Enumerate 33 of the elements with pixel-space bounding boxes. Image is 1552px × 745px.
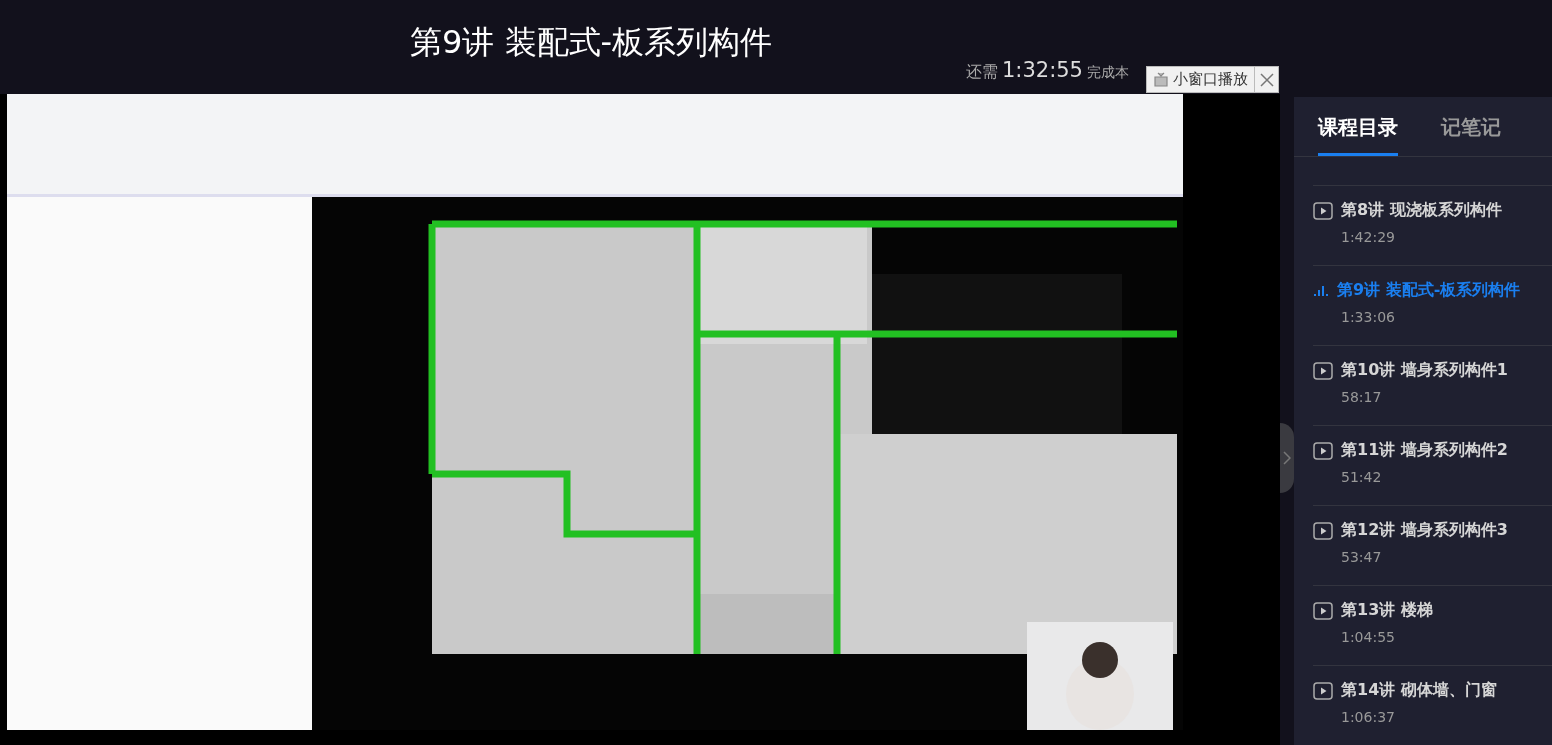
chevron-right-icon — [1283, 451, 1291, 465]
lesson-item[interactable]: 第8讲 现浇板系列构件 — [1341, 200, 1502, 221]
sidebar-tab[interactable]: 记笔记 — [1441, 114, 1501, 156]
lesson-duration: 1:33:06 — [1341, 309, 1396, 325]
lesson-duration: 1:06:37 — [1341, 709, 1396, 725]
lesson-item[interactable]: 第11讲 墙身系列构件2 — [1341, 440, 1508, 461]
lesson-duration: 53:47 — [1341, 549, 1383, 565]
lesson-item[interactable]: 第12讲 墙身系列构件3 — [1341, 520, 1508, 541]
remaining-label: 还需 — [966, 62, 998, 83]
play-icon — [1313, 601, 1333, 620]
close-button[interactable] — [1255, 66, 1279, 93]
lesson-item[interactable]: 第9讲 装配式-板系列构件 — [1337, 280, 1521, 301]
lesson-duration: 51:42 — [1341, 469, 1383, 485]
play-icon — [1313, 441, 1333, 460]
lesson-duration: 58:17 — [1341, 389, 1383, 405]
close-icon — [1259, 72, 1274, 87]
play-icon — [1313, 361, 1333, 380]
mini-player-button[interactable]: 小窗口播放 — [1146, 66, 1255, 93]
lesson-item[interactable]: 第14讲 砌体墙、门窗 — [1341, 680, 1497, 701]
playing-bars-icon — [1313, 284, 1329, 297]
play-icon — [1313, 681, 1333, 700]
lesson-title: 第9讲 装配式-板系列构件 — [410, 22, 773, 63]
lesson-item[interactable]: 第13讲 楼梯 — [1341, 600, 1433, 621]
play-icon — [1313, 521, 1333, 540]
lesson-item[interactable]: 第10讲 墙身系列构件1 — [1341, 360, 1508, 381]
tv-icon — [1153, 71, 1169, 88]
play-icon — [1313, 201, 1333, 220]
remaining-time: 1:32:55 — [1002, 58, 1083, 82]
sidebar-tab[interactable]: 课程目录 — [1318, 114, 1398, 156]
lesson-duration: 1:04:55 — [1341, 629, 1396, 645]
lesson-duration: 1:42:29 — [1341, 229, 1396, 245]
collapse-handle[interactable] — [1280, 423, 1294, 493]
remaining-text: 完成本 — [1086, 64, 1129, 82]
